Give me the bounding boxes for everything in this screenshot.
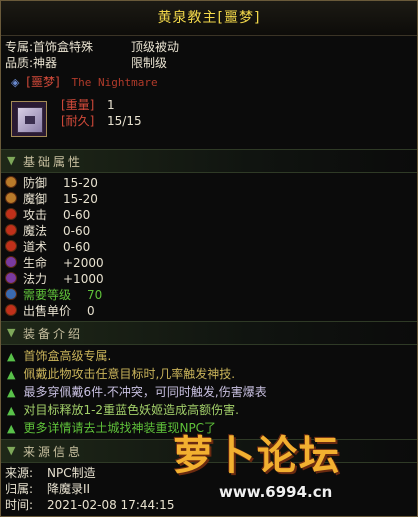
stat-name: 攻击 xyxy=(23,208,48,222)
stat-row: 生命 +2000 xyxy=(5,255,104,271)
section-source-label: 来源信息 xyxy=(23,445,84,459)
stat-value: +1000 xyxy=(63,272,104,286)
source-owner-label: 归属: xyxy=(5,482,34,496)
stat-name: 魔法 xyxy=(23,224,48,238)
exclusive-label: 专属: xyxy=(5,40,34,54)
stat-row: 魔法 0-60 xyxy=(5,223,90,239)
stat-value: 70 xyxy=(87,288,103,302)
quality-row: 品质:神器 限制级 xyxy=(5,55,167,71)
source-time-label: 时间: xyxy=(5,498,34,512)
arrow-up-icon: ▲ xyxy=(7,404,16,417)
stat-icon xyxy=(5,288,17,300)
item-icon xyxy=(11,101,47,137)
arrow-up-icon: ▲ xyxy=(7,368,16,381)
diamond-icon: ◈ xyxy=(11,76,20,89)
stat-row: 防御 15-20 xyxy=(5,175,98,191)
stat-icon xyxy=(5,192,17,204)
item-tooltip: 黄泉教主[噩梦] 专属:首饰盒特殊 顶级被动 品质:神器 限制级 ◈ [噩梦] … xyxy=(0,0,418,517)
section-equip-label: 装备介绍 xyxy=(23,327,84,341)
arrow-up-icon: ▲ xyxy=(7,350,16,363)
stat-row: 魔御 15-20 xyxy=(5,191,98,207)
chevron-down-icon: ▼ xyxy=(7,444,16,457)
exclusive-extra: 顶级被动 xyxy=(131,40,180,54)
stat-icon xyxy=(5,304,17,316)
stat-name: 魔御 xyxy=(23,192,48,206)
stat-value: 0-60 xyxy=(63,224,91,238)
stat-name: 道术 xyxy=(23,240,48,254)
quality-extra: 限制级 xyxy=(131,56,168,70)
watermark-logo: 萝卜论坛 www.6994.cn xyxy=(167,421,411,513)
section-basic-header: ▼ 基础属性 xyxy=(1,149,417,173)
durability-label: [耐久] xyxy=(61,114,95,128)
source-from-row: 来源: NPC制造 xyxy=(5,465,96,481)
exclusive-row: 专属:首饰盒特殊 顶级被动 xyxy=(5,39,179,55)
stat-icon xyxy=(5,176,17,188)
stat-icon xyxy=(5,208,17,220)
chevron-down-icon: ▼ xyxy=(7,154,16,167)
section-equip-header: ▼ 装备介绍 xyxy=(1,321,417,345)
desc-item: ▲ 对目标释放1-2重蓝色妖姬造成高额伤害. xyxy=(7,403,239,417)
stat-row: 攻击 0-60 xyxy=(5,207,90,223)
stat-icon xyxy=(5,240,17,252)
desc-item: ▲ 首饰盒高级专属. xyxy=(7,349,112,363)
watermark-url: www.6994.cn xyxy=(219,483,333,501)
watermark-text: 萝卜论坛 xyxy=(173,433,341,479)
stat-name: 出售单价 xyxy=(23,304,72,318)
stat-name: 防御 xyxy=(23,176,48,190)
stat-row: 需要等级 70 xyxy=(5,287,102,303)
source-owner-value: 降魔录II xyxy=(47,482,91,496)
arrow-up-icon: ▲ xyxy=(7,422,16,435)
source-time-value: 2021-02-08 17:44:15 xyxy=(47,498,175,512)
weight-row: [重量] 1 xyxy=(61,97,115,113)
source-owner-row: 归属: 降魔录II xyxy=(5,481,90,497)
stat-name: 需要等级 xyxy=(23,288,72,302)
stat-value: 15-20 xyxy=(63,192,98,206)
stat-name: 生命 xyxy=(23,256,48,270)
section-basic-label: 基础属性 xyxy=(23,155,84,169)
stat-value: 0-60 xyxy=(63,208,91,222)
source-time-row: 时间: 2021-02-08 17:44:15 xyxy=(5,497,174,513)
desc-item: ▲ 最多穿佩戴6件.不冲突，可同时触发,伤害爆表 xyxy=(7,385,267,399)
stat-value: +2000 xyxy=(63,256,104,270)
stat-row: 法力 +1000 xyxy=(5,271,104,287)
stat-row: 出售单价 0 xyxy=(5,303,95,319)
exclusive-value: 首饰盒特殊 xyxy=(33,40,94,54)
chevron-down-icon: ▼ xyxy=(7,326,16,339)
stat-name: 法力 xyxy=(23,272,48,286)
stat-icon xyxy=(5,256,17,268)
desc-item: ▲ 佩戴此物攻击任意目标时,几率触发神技. xyxy=(7,367,236,381)
tag-row: ◈ [噩梦] The Nightmare xyxy=(11,74,158,90)
source-from-label: 来源: xyxy=(5,466,34,480)
stat-value: 0-60 xyxy=(63,240,91,254)
arrow-up-icon: ▲ xyxy=(7,386,16,399)
item-title: 黄泉教主[噩梦] xyxy=(1,1,417,36)
durability-row: [耐久] 15/15 xyxy=(61,113,142,129)
quality-label: 品质: xyxy=(5,56,34,70)
source-from-value: NPC制造 xyxy=(47,466,96,480)
stat-icon xyxy=(5,272,17,284)
stat-icon xyxy=(5,224,17,236)
tag-en: The Nightmare xyxy=(71,76,158,89)
weight-label: [重量] xyxy=(61,98,95,112)
stat-value: 15-20 xyxy=(63,176,98,190)
tag-cn: [噩梦] xyxy=(26,75,60,89)
weight-value: 1 xyxy=(107,98,115,112)
quality-value: 神器 xyxy=(33,56,58,70)
stat-row: 道术 0-60 xyxy=(5,239,90,255)
stat-value: 0 xyxy=(87,304,95,318)
durability-value: 15/15 xyxy=(107,114,142,128)
